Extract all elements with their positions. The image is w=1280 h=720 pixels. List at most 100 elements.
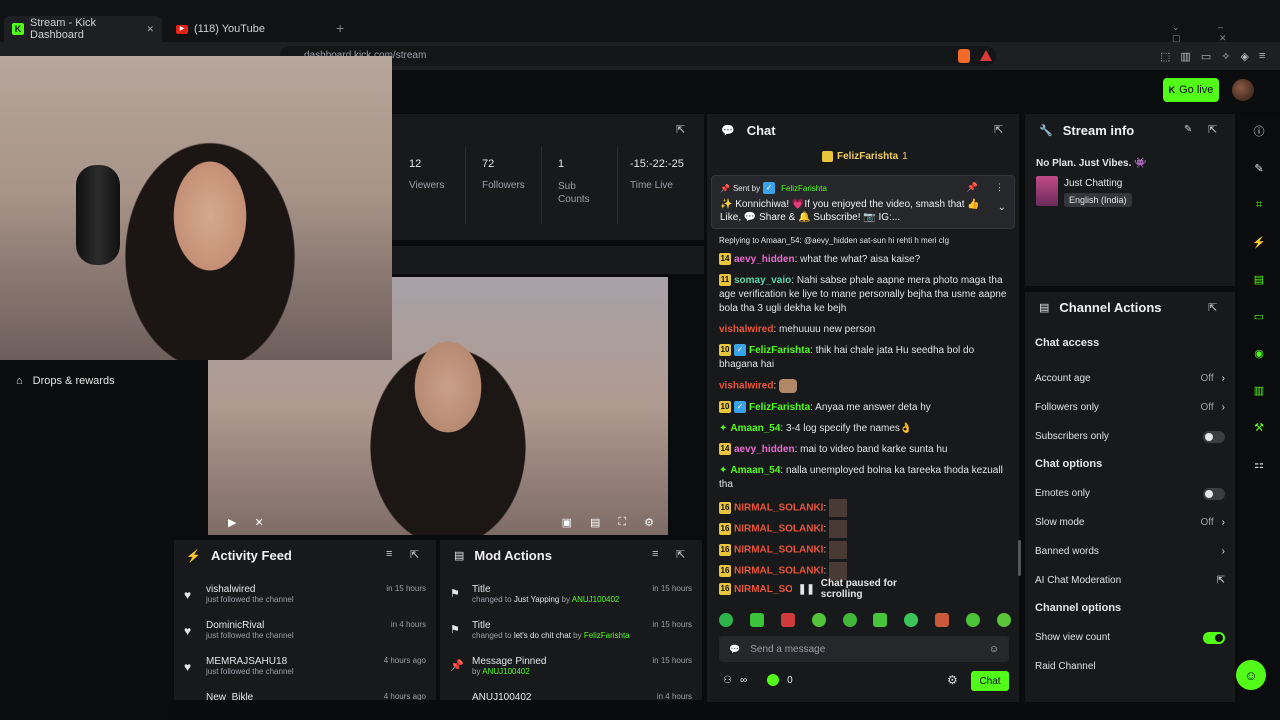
chat-username[interactable]: vishalwired: [719, 324, 773, 335]
unpin-icon[interactable]: 📌: [967, 182, 978, 193]
account-age-row[interactable]: Account age Off ›: [1035, 364, 1225, 393]
kick-coin-icon[interactable]: [767, 674, 780, 686]
leo-icon[interactable]: ✧: [1221, 50, 1230, 63]
popout-icon[interactable]: ⇱: [1208, 301, 1217, 314]
chat-username[interactable]: NIRMAL_SOI: [734, 584, 796, 595]
setting-value: Off: [1200, 402, 1214, 413]
sub-badge-icon: 16: [719, 583, 731, 595]
document-icon[interactable]: ▤: [1248, 268, 1270, 290]
emoji-icon[interactable]: ☺: [989, 644, 999, 655]
chat-username[interactable]: Amaan_54: [730, 423, 780, 434]
popout-icon[interactable]: ⇱: [676, 123, 685, 136]
raid-channel-row[interactable]: Raid Channel: [1035, 652, 1225, 681]
list-icon[interactable]: ▥: [1248, 379, 1270, 401]
emote-icon[interactable]: [811, 613, 826, 627]
chat-bubble-icon: 💬: [721, 125, 735, 137]
picture-in-picture-icon[interactable]: ▣: [562, 516, 572, 529]
send-chat-button[interactable]: Chat: [971, 671, 1009, 691]
emote-icon[interactable]: [966, 613, 980, 627]
sidebar-item-drops[interactable]: ⌂ Drops & rewards: [16, 375, 115, 387]
support-chat-button[interactable]: ☺: [1236, 660, 1266, 690]
mod-action-user[interactable]: FelizFarishta: [584, 631, 630, 640]
tab-kick-dashboard[interactable]: K Stream - Kick Dashboard ✕: [4, 16, 162, 42]
banned-words-row[interactable]: Banned words ›: [1035, 537, 1225, 566]
settings-icon[interactable]: ⚙: [644, 516, 654, 529]
brave-rewards-icon[interactable]: [980, 50, 992, 61]
menu-icon[interactable]: ≡: [1259, 50, 1265, 63]
category-thumbnail[interactable]: [1036, 176, 1058, 206]
emote-icon[interactable]: [749, 613, 764, 627]
extensions-icon[interactable]: ⬚: [1160, 50, 1170, 63]
chat-username[interactable]: NIRMAL_SOLANKI: [734, 544, 823, 555]
new-tab-button[interactable]: +: [336, 20, 344, 36]
layout-icon[interactable]: ⚏: [1248, 453, 1270, 475]
slow-mode-row[interactable]: Slow mode Off ›: [1035, 508, 1225, 537]
popout-icon[interactable]: ⇱: [410, 548, 419, 561]
emote-icon[interactable]: [935, 613, 950, 627]
ai-moderation-row[interactable]: AI Chat Moderation ⇱: [1035, 566, 1225, 595]
emote-icon[interactable]: [842, 613, 857, 627]
mod-action-user[interactable]: ANUJ100402: [482, 667, 530, 676]
popout-icon[interactable]: ⇱: [676, 548, 685, 561]
emote-icon[interactable]: [904, 613, 919, 627]
edit-icon[interactable]: ✎: [1248, 157, 1270, 179]
emote-icon[interactable]: [996, 613, 1011, 627]
chat-username[interactable]: NIRMAL_SOLANKI: [734, 565, 823, 576]
scan-icon[interactable]: ⌗: [1248, 194, 1270, 216]
window-controls[interactable]: ⌄ – ▢ ✕: [1172, 22, 1280, 44]
browser-extension-icons[interactable]: ⬚ ▥ ▭ ✧ ◈ ≡: [1160, 50, 1265, 63]
chat-username[interactable]: aevy_hidden: [734, 254, 795, 265]
emotes-only-toggle[interactable]: [1203, 487, 1225, 500]
chat-bubble-icon[interactable]: ▭: [1248, 305, 1270, 327]
filter-icon[interactable]: ≡: [386, 548, 392, 560]
info-icon[interactable]: ⓘ: [1248, 120, 1270, 142]
sidebar-icon[interactable]: ▥: [1180, 50, 1190, 63]
chat-username[interactable]: FelizFarishta: [749, 402, 810, 413]
close-tab-icon[interactable]: ✕: [146, 24, 154, 35]
chat-username[interactable]: FelizFarishta: [749, 345, 810, 356]
play-icon[interactable]: ▶: [228, 516, 236, 529]
chat-username[interactable]: NIRMAL_SOLANKI: [734, 502, 823, 513]
go-live-button[interactable]: K Go live: [1163, 78, 1219, 102]
chat-paused-banner[interactable]: ❚❚ Chat paused for scrolling: [792, 578, 940, 600]
chat-username[interactable]: vishalwired: [719, 381, 773, 392]
wrench-icon[interactable]: ⚒: [1248, 416, 1270, 438]
tab-youtube[interactable]: ▶ (118) YouTube: [168, 16, 326, 42]
chat-scrollbar[interactable]: [1018, 540, 1021, 576]
chat-username[interactable]: Amaan_54: [730, 465, 780, 476]
chat-username[interactable]: somay_vaio: [734, 275, 791, 286]
chat-username[interactable]: aevy_hidden: [734, 444, 795, 455]
mod-action-user[interactable]: ANUJ100402: [572, 595, 620, 604]
filter-icon[interactable]: ≡: [652, 548, 658, 560]
users-icon[interactable]: ⚇: [723, 675, 732, 686]
category-name[interactable]: Just Chatting: [1064, 178, 1122, 189]
wallet-icon[interactable]: ▭: [1201, 50, 1211, 63]
followers-only-row[interactable]: Followers only Off ›: [1035, 393, 1225, 422]
more-options-icon[interactable]: ⋮: [995, 182, 1004, 193]
infinity-icon[interactable]: ∞: [740, 675, 747, 686]
edit-icon[interactable]: ✎: [1184, 124, 1192, 135]
fullscreen-icon[interactable]: ⛶: [618, 516, 626, 529]
theater-mode-icon[interactable]: ▤: [590, 516, 600, 529]
chat-username[interactable]: NIRMAL_SOLANKI: [734, 523, 823, 534]
show-view-count-toggle[interactable]: [1203, 631, 1225, 644]
broadcast-icon[interactable]: ◉: [1248, 342, 1270, 364]
popout-icon[interactable]: ⇱: [994, 123, 1003, 136]
avatar[interactable]: [1232, 79, 1254, 101]
subscribers-only-toggle[interactable]: [1203, 430, 1225, 443]
top-gifter[interactable]: FelizFarishta 1: [822, 151, 908, 162]
vpn-icon[interactable]: ◈: [1240, 50, 1248, 63]
mute-icon[interactable]: ✕: [254, 516, 263, 529]
emote-icon[interactable]: [873, 613, 888, 627]
lightning-icon[interactable]: ⚡: [1248, 231, 1270, 253]
popout-icon[interactable]: ⇱: [1208, 123, 1217, 136]
brave-shield-icon[interactable]: [958, 49, 970, 63]
emote-icon[interactable]: [780, 613, 795, 627]
stat-label: Followers: [482, 180, 525, 191]
pinned-header: 📌 Sent by ✓ FelizFarishta: [720, 182, 827, 194]
pinned-user[interactable]: FelizFarishta: [781, 184, 827, 193]
chat-input[interactable]: 💬 Send a message ☺: [719, 636, 1009, 662]
emote-icon[interactable]: [719, 613, 733, 627]
chat-settings-icon[interactable]: ⚙: [947, 673, 958, 687]
chevron-down-icon[interactable]: ⌄: [998, 202, 1006, 213]
